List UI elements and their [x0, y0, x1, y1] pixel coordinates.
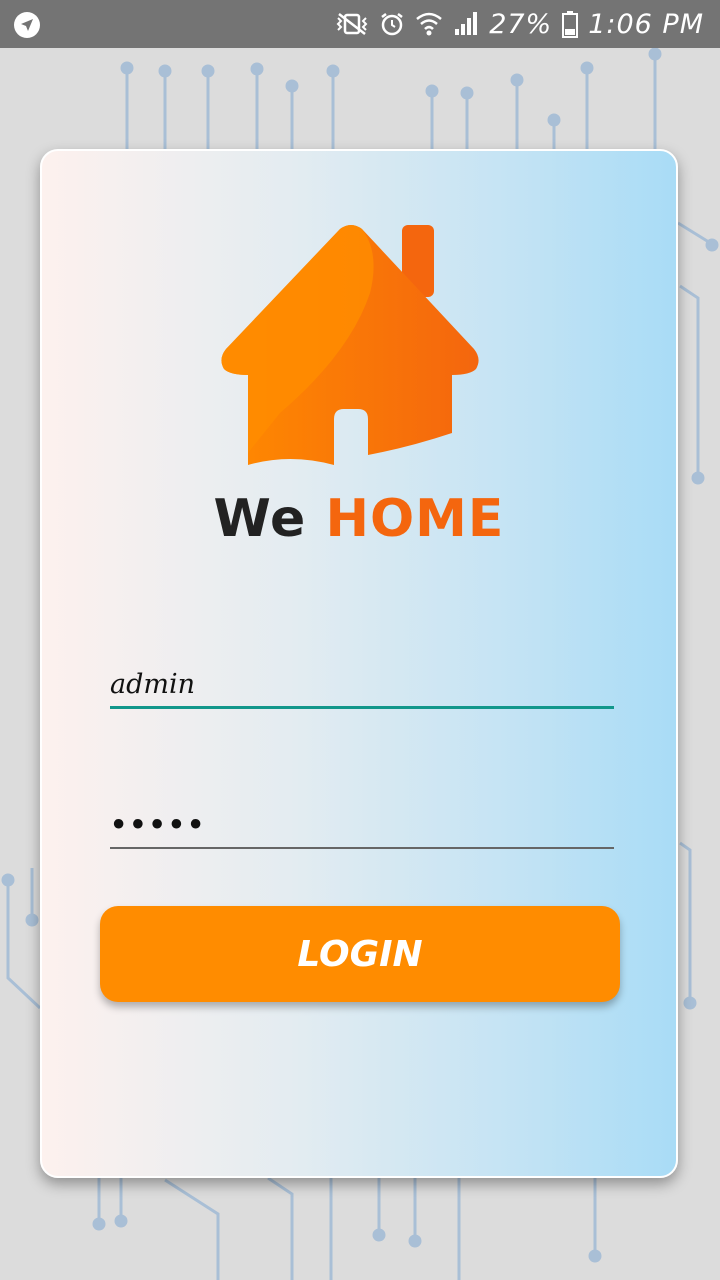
wifi-icon [416, 12, 442, 36]
status-bar: 27% 1:06 PM [0, 0, 720, 48]
battery-icon [562, 11, 579, 38]
username-input[interactable] [110, 663, 614, 709]
alarm-icon [381, 13, 403, 36]
login-button[interactable]: LOGIN [100, 906, 620, 1002]
clock: 1:06 PM [588, 8, 704, 40]
brand-word-home: HOME [325, 489, 505, 549]
vibrate-mute-icon [336, 13, 368, 35]
house-icon [221, 225, 479, 465]
brand-word-we: We [213, 489, 307, 549]
battery-percent: 27% [489, 8, 553, 40]
signal-icon [455, 12, 478, 35]
brand-title: We HOME [42, 489, 676, 549]
status-indicators: 27% 1:06 PM [335, 6, 704, 42]
password-input[interactable] [110, 803, 614, 849]
location-arrow-icon [14, 12, 40, 38]
login-card: We HOME LOGIN [40, 149, 678, 1178]
